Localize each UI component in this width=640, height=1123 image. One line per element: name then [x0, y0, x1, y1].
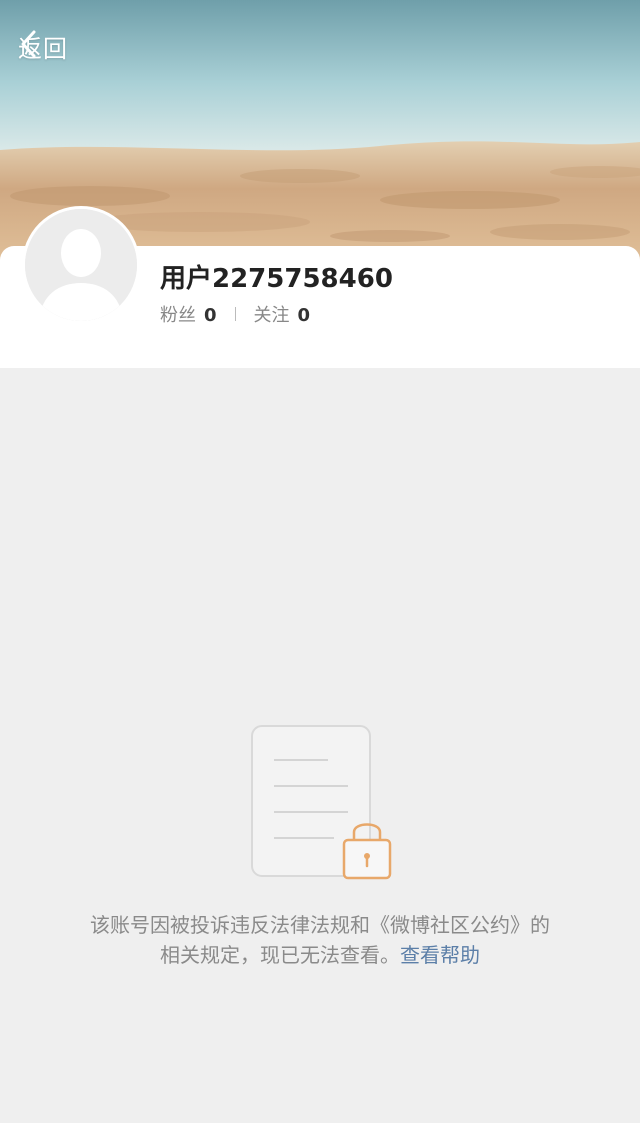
chevron-left-icon: [21, 30, 36, 58]
following-count: 0: [297, 305, 311, 326]
username: 用户2275758460: [160, 264, 393, 294]
profile-stats: 粉丝 0 关注 0: [160, 302, 310, 326]
notice-line-1: 该账号因被投诉违反法律法规和《微博社区公约》的: [90, 913, 550, 937]
fans-stat[interactable]: 粉丝 0: [160, 301, 217, 327]
fans-label: 粉丝: [160, 305, 196, 326]
stats-divider: [234, 307, 236, 321]
following-stat[interactable]: 关注 0: [254, 301, 311, 327]
view-help-link[interactable]: 查看帮助: [400, 943, 480, 967]
locked-document-icon: [251, 725, 392, 880]
notice-line-2-text: 相关规定，现已无法查看。: [160, 943, 400, 967]
back-button[interactable]: 返回: [18, 28, 68, 64]
account-blocked-notice: 该账号因被投诉违反法律法规和《微博社区公约》的 相关规定，现已无法查看。查看帮助: [40, 910, 600, 970]
fans-count: 0: [204, 305, 217, 326]
notice-line-2: 相关规定，现已无法查看。查看帮助: [40, 940, 600, 970]
profile-page: 返回 用户2275758460 粉丝 0 关注 0 该账号因被投诉违反法律法规和…: [0, 0, 640, 1123]
avatar[interactable]: [22, 206, 140, 324]
following-label: 关注: [253, 305, 290, 326]
default-avatar-icon: [25, 209, 137, 321]
